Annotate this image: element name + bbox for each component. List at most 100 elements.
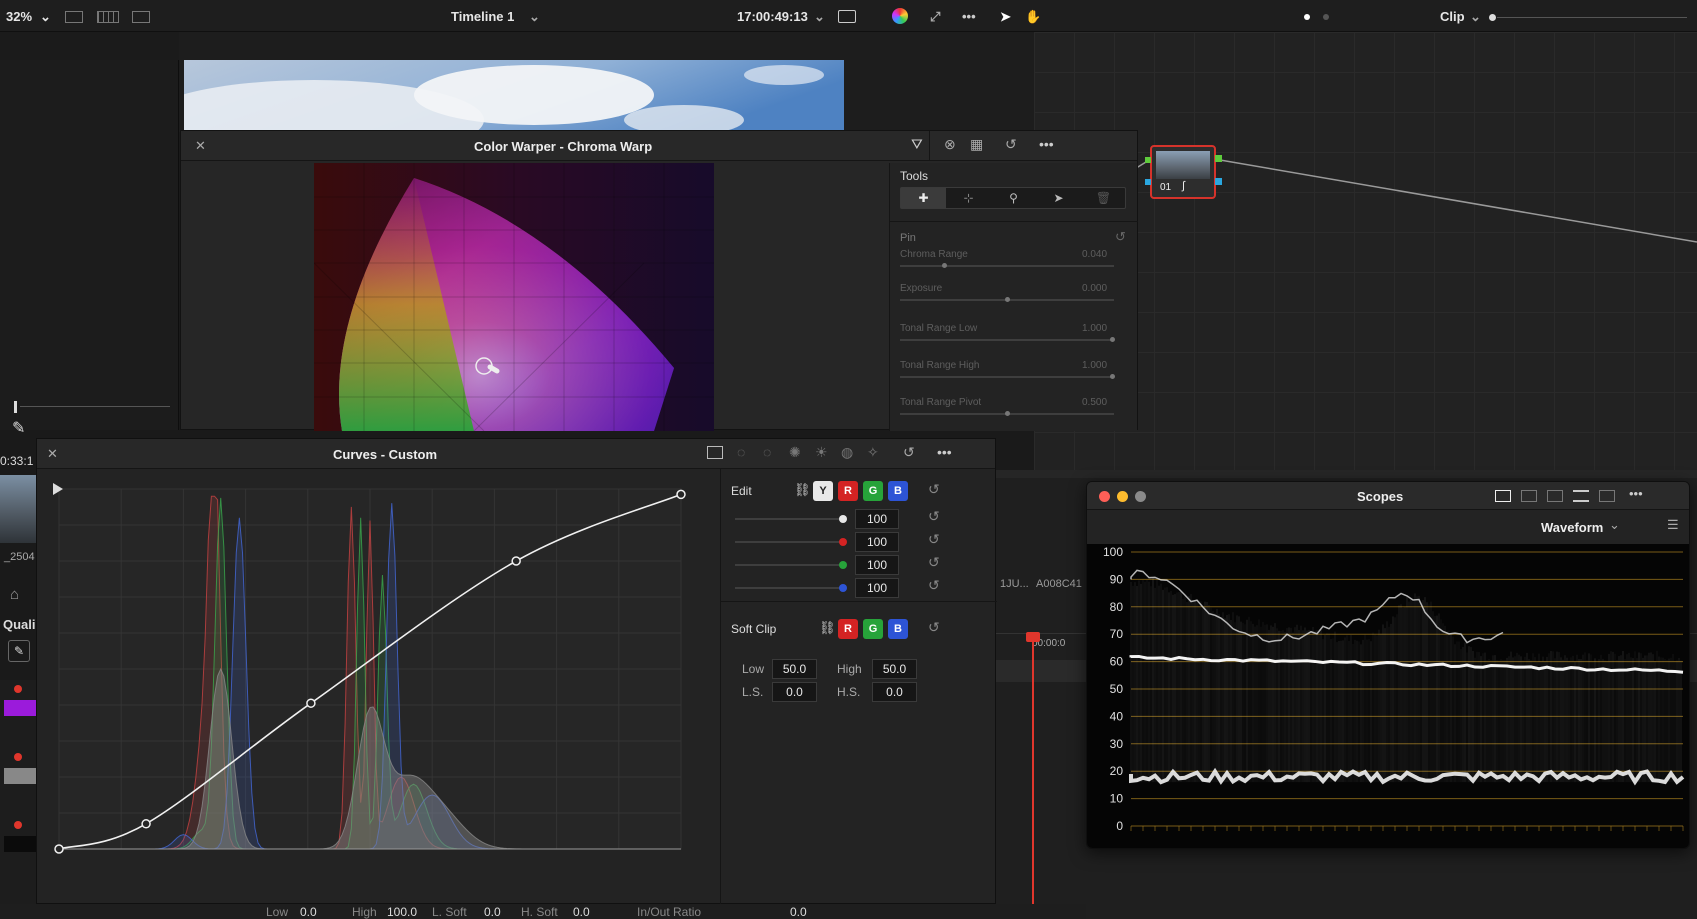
node-input-key[interactable] [1145,179,1151,185]
slider-track[interactable] [900,339,1114,341]
timecode-dropdown-icon[interactable]: ⌄ [814,0,825,32]
pin-reset-icon[interactable]: ↺ [1115,229,1126,245]
timeline-name[interactable]: Timeline 1 [451,0,514,32]
slider-knob[interactable] [1005,411,1010,416]
zoom-dropdown-icon[interactable]: ⌄ [40,0,51,32]
hue-swatch[interactable] [4,700,36,716]
bottom-low-value[interactable]: 0.0 [300,905,317,919]
hdr-badge-icon[interactable] [838,10,856,23]
lum-swatch[interactable] [4,836,36,852]
eyedropper-icon[interactable]: ✎ [12,418,25,438]
intensity-track[interactable] [735,564,843,566]
hue-vs-sat-icon[interactable]: ◌ [763,444,771,460]
slider-knob[interactable] [1110,374,1115,379]
sat-vs-sat-icon[interactable]: ◍ [841,444,853,461]
add-pin-icon[interactable]: ✚ [901,188,946,208]
clip-mode-label[interactable]: Clip [1440,0,1465,32]
curve-control-point[interactable] [306,698,316,708]
intensity-reset-icon[interactable]: ↺ [928,577,940,594]
more-options-icon[interactable]: ••• [1039,136,1054,152]
lum-toggle-icon[interactable] [14,821,22,829]
intensity-knob[interactable] [839,561,847,569]
bottom-lsoft-value[interactable]: 0.0 [484,905,501,919]
scope-mode-dropdown-icon[interactable]: ⌄ [1609,517,1620,533]
intensity-knob[interactable] [839,515,847,523]
more-options-icon[interactable]: ••• [1629,486,1643,501]
waveform-display[interactable]: 100 90 80 70 60 50 40 30 20 10 0 [1087,544,1689,848]
more-options-icon[interactable]: ••• [937,444,952,460]
playhead-line[interactable] [1032,634,1034,919]
reset-icon[interactable]: ↺ [903,444,915,461]
hue-vs-hue-icon[interactable]: ◌ [737,444,745,460]
fullscreen-icon[interactable]: ⤢ [930,0,940,32]
soft-clip-g-button[interactable]: G [863,619,883,639]
clip-dropdown-icon[interactable]: ⌄ [1470,0,1481,32]
intensity-field[interactable]: 100 [855,555,899,575]
clip-slider-knob[interactable] [1489,14,1496,21]
channel-y-button[interactable]: Y [813,481,833,501]
curve-control-point[interactable] [511,556,521,566]
qualifier-picker-icon[interactable]: ✎ [8,640,30,662]
soft-clip-b-button[interactable]: B [888,619,908,639]
intensity-field[interactable]: 100 [855,532,899,552]
bottom-hsoft-value[interactable]: 0.0 [573,905,590,919]
layout-4up-icon[interactable] [1547,490,1563,502]
color-wheel-icon[interactable] [892,8,908,24]
layout-2up-icon[interactable] [1521,490,1537,502]
hand-tool-icon[interactable]: ✋ [1025,0,1041,32]
hue-toggle-icon[interactable] [14,685,22,693]
scope-settings-icon[interactable]: ☰ [1667,517,1679,533]
intensity-track[interactable] [735,518,843,520]
timecode-display[interactable]: 17:00:49:13 [737,0,808,32]
zoom-level[interactable]: 32% [6,0,32,32]
layout-list-icon[interactable] [1573,490,1589,502]
layout-grid-icon[interactable] [1599,490,1615,502]
sat-vs-lum-icon[interactable]: ✧ [867,444,879,461]
window-zoom-icon[interactable] [1135,491,1146,502]
sat-toggle-icon[interactable] [14,753,22,761]
scope-mode-label[interactable]: Waveform [1541,520,1603,535]
lum-vs-sat-icon[interactable]: ☀ [815,444,828,461]
intensity-track[interactable] [735,587,843,589]
window-minimize-icon[interactable] [1117,491,1128,502]
hue-sat-mode-icon[interactable]: ⊗ [944,136,956,153]
soft-clip-r-button[interactable]: R [838,619,858,639]
select-icon[interactable]: ➤ [1036,188,1081,208]
intensity-reset-icon[interactable]: ↺ [928,554,940,571]
reset-icon[interactable]: ↺ [1005,136,1017,153]
close-icon[interactable]: ✕ [47,446,58,462]
color-node[interactable]: 01 ∫ [1150,145,1216,199]
hue-vs-lum-icon[interactable]: ✺ [789,444,801,461]
custom-curve-icon[interactable] [707,446,723,459]
single-viewer-icon[interactable] [65,11,83,23]
hs-field[interactable]: 0.0 [872,682,917,702]
intensity-knob[interactable] [839,584,847,592]
node-output-rgb[interactable] [1215,155,1222,162]
intensity-knob[interactable] [839,538,847,546]
camera-icon[interactable]: ⌂ [10,586,19,603]
slider-knob[interactable] [942,263,947,268]
slider-track[interactable] [900,265,1114,267]
edit-reset-icon[interactable]: ↺ [928,481,940,498]
scrubber-bar[interactable] [0,395,180,415]
clip-slider-track[interactable] [1497,17,1687,18]
close-icon[interactable]: ✕ [195,138,206,154]
add-point-icon[interactable]: ⊹ [946,188,991,208]
grid-mode-icon[interactable]: ▦ [970,136,983,153]
chroma-warp-mode-icon[interactable]: ⛛ [911,136,923,153]
page-dot-active-icon[interactable] [1304,14,1310,20]
clip-thumbnail[interactable] [0,475,36,543]
channel-r-button[interactable]: R [838,481,858,501]
playhead-handle[interactable] [1026,632,1040,642]
ls-field[interactable]: 0.0 [772,682,817,702]
timeline-dropdown-icon[interactable]: ⌄ [529,0,540,32]
chroma-warp-grid[interactable] [314,163,714,431]
viewer-image[interactable] [184,60,844,130]
slider-track[interactable] [900,376,1114,378]
curve-control-point[interactable] [676,489,686,500]
soft-clip-link-icon[interactable]: ⛓ [819,620,836,636]
link-icon[interactable]: ⛓ [794,482,811,498]
window-close-icon[interactable] [1099,491,1110,502]
curve-graph[interactable] [51,477,701,857]
gallery-icon[interactable] [97,11,119,23]
